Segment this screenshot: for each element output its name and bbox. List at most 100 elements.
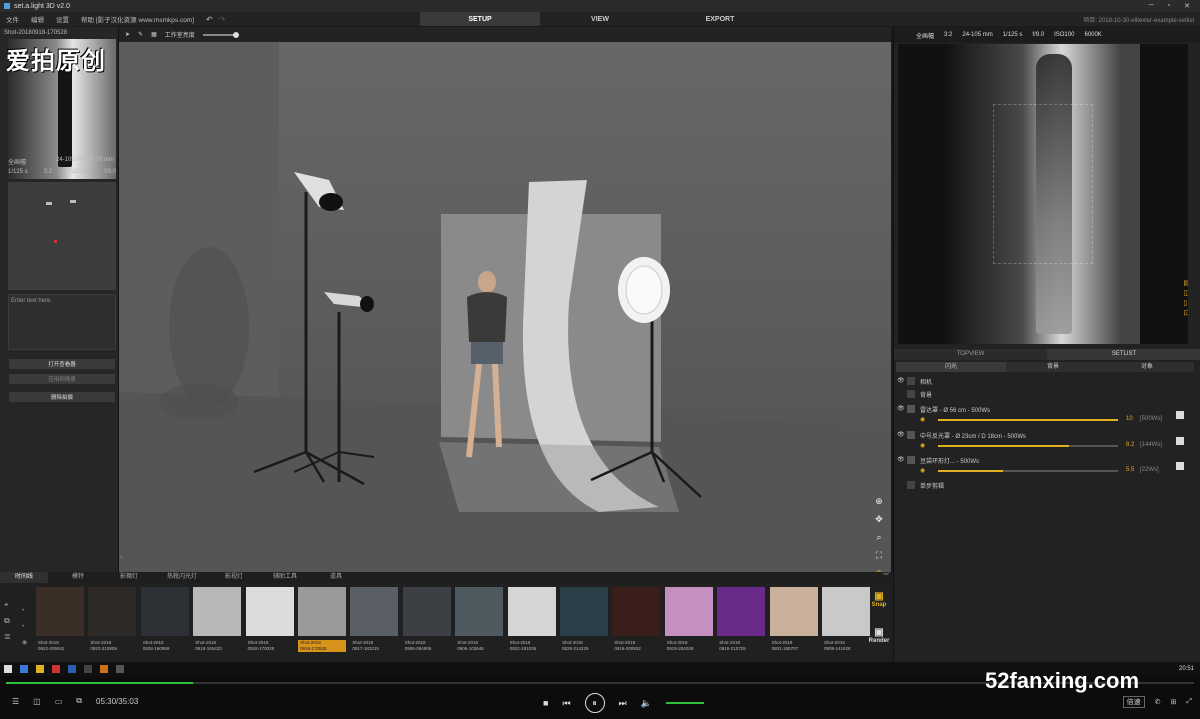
power-icon[interactable]: ◉ [920,442,925,449]
camera-format-select[interactable]: 全画幅 [916,31,934,40]
tab-helpers[interactable]: 辅助工具 [273,572,297,583]
lock-icon[interactable]: ⊞ [1171,698,1177,706]
pan-icon[interactable]: ✥ [873,510,885,528]
subtab-flash[interactable]: 闪光 [896,362,1006,372]
setlist-row-light[interactable]: 👁 中号反光罩 - Ø 23cm / D 18cm - 500Ws ◉ 8.2 … [894,431,1194,455]
subtab-background[interactable]: 背景 [1006,362,1100,372]
topview-thumbnail[interactable] [8,182,116,290]
undo-icon[interactable]: ↶ [206,15,213,24]
crop-icon[interactable]: ⊡ [1183,309,1188,319]
tab-props[interactable]: 道具 [330,572,342,583]
tab-speedlights[interactable]: 热靴闪光灯 [167,572,197,583]
slider-handle[interactable] [232,31,239,38]
visibility-icon[interactable]: 👁 [897,377,905,384]
taskbar-app-icon[interactable] [20,665,28,673]
shot-thumbnail[interactable]: Shot-2018 0922-210809 [88,587,137,657]
camera-snap-icon[interactable]: ⌖ [4,597,11,613]
tab-setlist[interactable]: SETLIST [1047,349,1200,360]
windows-start-icon[interactable] [4,665,12,673]
phone-icon[interactable]: ▯ [1183,299,1188,309]
compare-icon[interactable]: ◫ [1183,289,1188,299]
menu-edit[interactable]: 编辑 [25,14,50,24]
shot-thumbnail[interactable]: Shot-2018 0918-170028 [245,587,294,657]
playlist-icon[interactable]: ☰ [12,697,19,706]
shot-thumbnail[interactable]: Shot-2018 0919-204028 [664,587,713,657]
tab-export[interactable]: EXPORT [660,12,780,26]
apply-to-scene-button[interactable]: 应用到场景 [9,374,115,384]
brightness-slider[interactable] [202,31,239,38]
shot-thumbnail[interactable]: Shot-2018 0922-191035 [507,587,556,657]
shot-thumbnail[interactable]: Shot-2018 0828-214229 [560,587,608,657]
taskbar-app-icon[interactable] [116,665,124,673]
iso-select[interactable]: ISO100 [1054,32,1074,38]
histogram-icon[interactable]: ▤ [1183,279,1188,289]
kelvin-select[interactable]: 6000K [1084,32,1101,38]
shot-thumbnail[interactable]: Shot-2018 0918-170528 [298,587,346,657]
shot-thumbnail[interactable]: Shot-2018 0917-183215 [350,587,399,657]
setlist-row-light[interactable]: 👁 雷达罩 - Ø 56 cm - 500Ws ◉ 10 [500Ws] [894,405,1194,429]
menu-settings[interactable]: 设置 [50,14,75,24]
tab-models[interactable]: 模特 [72,572,84,583]
power-icon[interactable]: ◉ [920,416,925,423]
taskbar-app-icon[interactable] [100,665,108,673]
render-button[interactable]: ▣ Render [867,627,891,655]
setlist-row-light[interactable]: 👁 豆袋环形灯... - 500Ws ◉ 5.5 [22Ws] [894,456,1194,480]
camera-preview[interactable]: ▤ ◫ ▯ ⊡ [898,44,1188,344]
power-icon[interactable]: ◉ [920,467,925,474]
taskbar-app-icon[interactable] [36,665,44,673]
shot-thumbnail[interactable]: Shot-2018 0906-094906 [402,587,451,657]
phone-icon[interactable]: ✆ [1155,698,1161,706]
zoom-icon[interactable]: ⌕ [873,528,885,546]
menu-file[interactable]: 文件 [0,14,25,24]
power-slider[interactable] [938,445,1118,447]
snap-button[interactable]: ▣ Snap [867,591,891,619]
stack-icon[interactable]: ≣ [4,629,11,645]
power-slider[interactable] [938,470,1118,472]
shutter-select[interactable]: 1/125 s [1003,32,1023,38]
fullscreen-icon[interactable]: ⤢ [1186,698,1192,706]
notes-area[interactable]: Enter text here. [8,294,116,350]
lens-select[interactable]: 24-105 mm [962,32,992,38]
menu-help[interactable]: 帮助 [影子汉化资源 www.msmkps.com] [75,14,200,24]
taskbar-app-icon[interactable] [68,665,76,673]
edit-icon[interactable] [1176,462,1184,470]
volume-icon[interactable]: 🔈 [641,698,652,709]
minimize-icon[interactable]: ─ [1149,2,1154,10]
dot-icon[interactable]: • [22,619,27,635]
previous-icon[interactable]: ⏮ [562,698,570,709]
shot-thumbnail[interactable]: Shot-2018 0918-165433 [193,587,242,657]
visibility-icon[interactable]: 👁 [897,405,905,412]
copy-icon[interactable]: ⧉ [4,613,11,629]
shot-thumbnail[interactable]: Shot-2018 0828-160959 [140,587,189,657]
edit-icon[interactable] [1176,411,1184,419]
tab-studio-lights[interactable]: 影棚灯 [120,572,138,583]
select-tool-icon[interactable]: ➤ [125,31,130,38]
shot-thumbnail[interactable]: Shot-2018 0906-103646 [455,587,504,657]
dot-icon[interactable]: • [22,603,27,619]
maximize-icon[interactable]: ▫ [1168,2,1170,10]
fit-icon[interactable]: ⛶ [873,546,885,564]
edit-icon[interactable] [1176,437,1184,445]
stop-icon[interactable]: ■ [543,698,548,708]
taskbar-app-icon[interactable] [84,665,92,673]
close-icon[interactable]: ✕ [1184,2,1190,10]
taskbar-app-icon[interactable] [52,665,60,673]
chapter-icon[interactable]: ◫ [33,697,41,706]
power-slider[interactable] [938,419,1118,421]
aperture-select[interactable]: f/9.0 [1032,32,1044,38]
pen-tool-icon[interactable]: ✎ [138,31,143,38]
open-viewer-button[interactable]: 打开查看器 [9,359,115,369]
tab-topview[interactable]: TOPVIEW [894,349,1047,360]
studio-3d-viewport[interactable]: ⊕ ✥ ⌕ ⛶ ◉ ‹ [119,42,891,572]
collapse-left-icon[interactable]: ‹ [120,554,122,561]
redo-icon[interactable]: ↷ [219,15,226,24]
pip-icon[interactable]: ⧉ [76,696,82,706]
shot-thumbnail[interactable]: Shot-2018 0919-210725 [717,587,766,657]
ratio-select[interactable]: 3:2 [944,32,952,38]
shot-thumbnail[interactable]: Shot-2018 0919-200932 [612,587,661,657]
tab-video-lights[interactable]: 影视灯 [225,572,243,583]
tab-timeline[interactable]: 时间线 [0,572,48,583]
delete-shot-button[interactable]: 删除拍摄 [9,392,115,402]
visibility-icon[interactable]: 👁 [897,456,905,463]
volume-slider[interactable] [665,702,704,704]
